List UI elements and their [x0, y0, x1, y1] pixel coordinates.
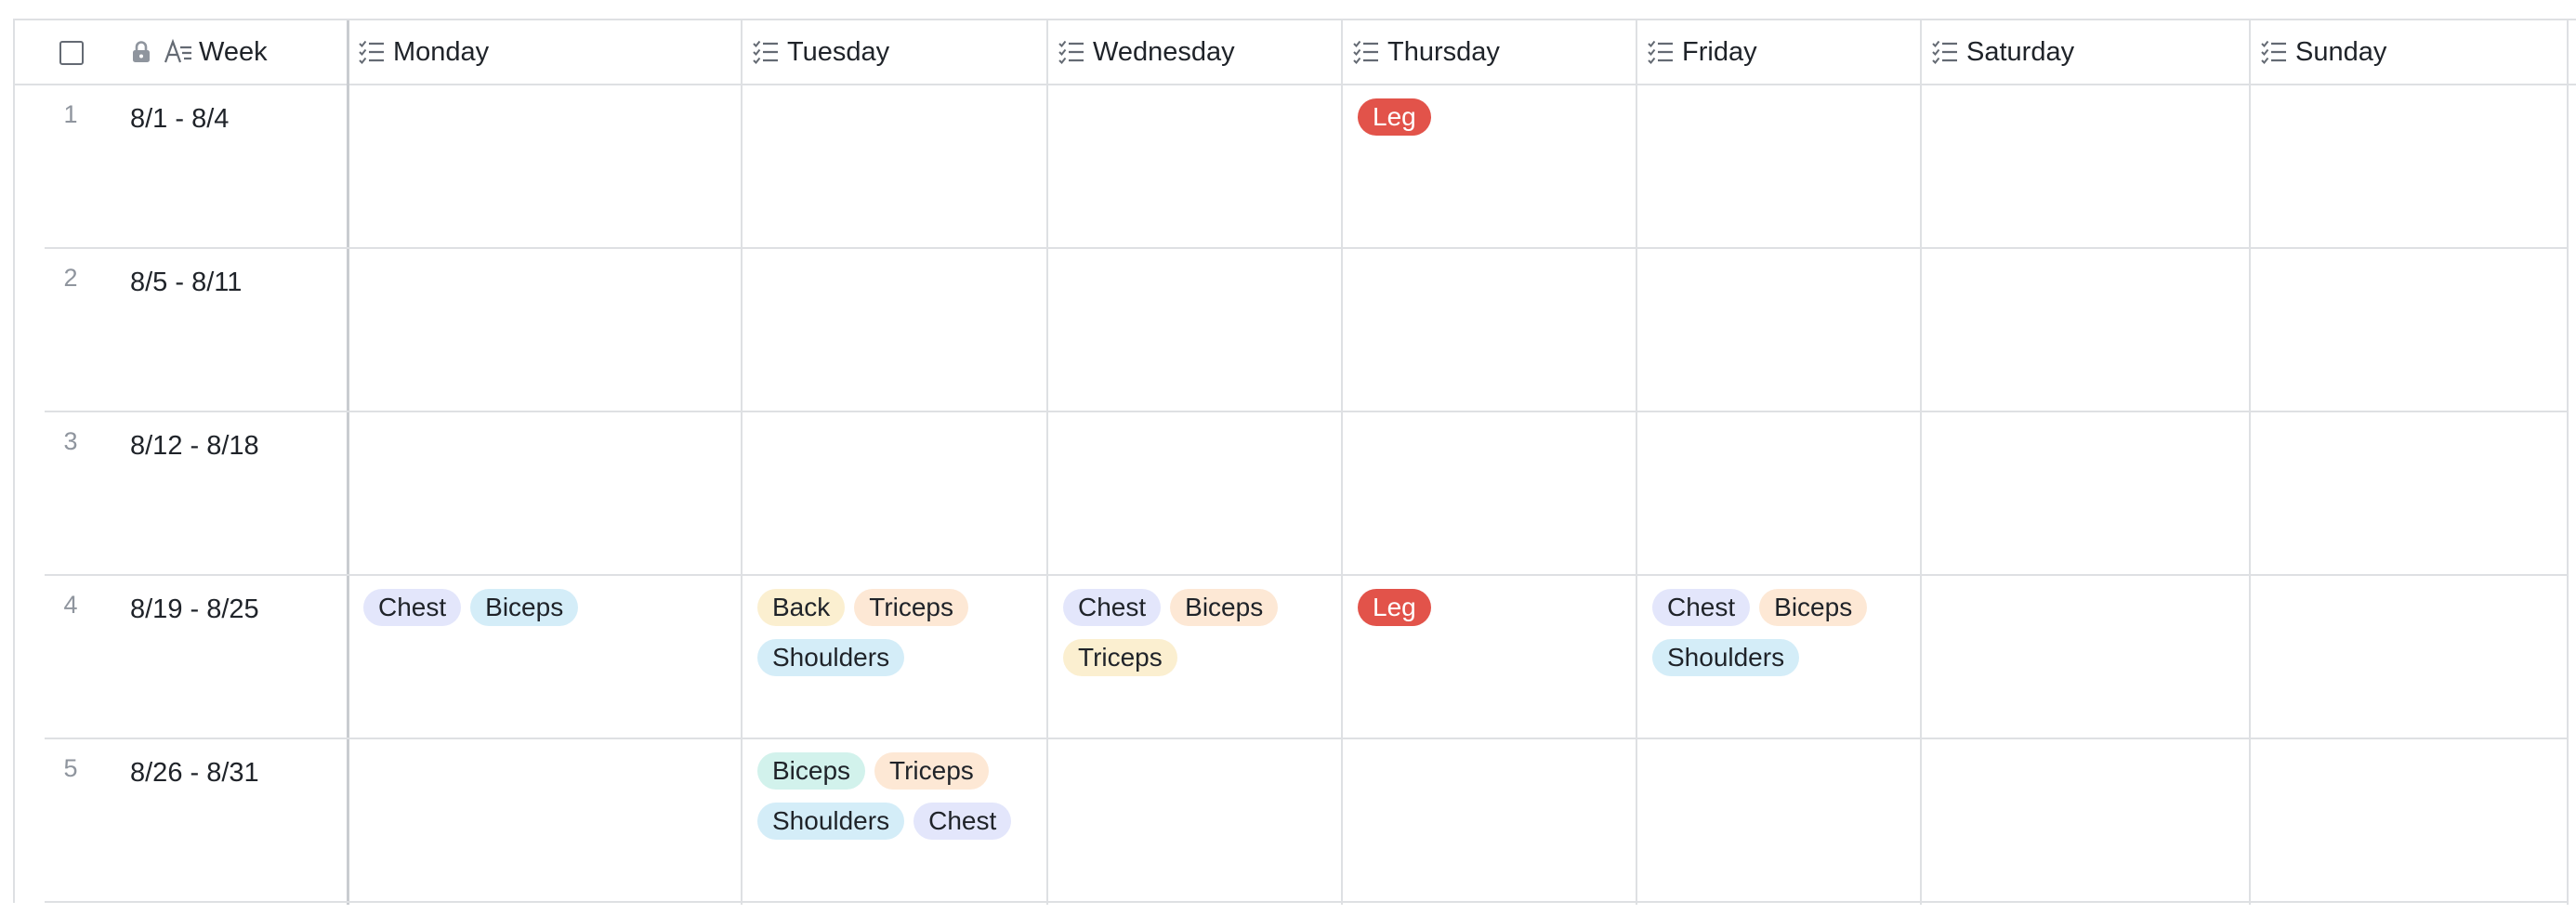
- tag-shoulders[interactable]: Shoulders: [1652, 639, 1800, 676]
- tag-leg[interactable]: Leg: [1358, 98, 1431, 136]
- column-header-monday[interactable]: Monday: [358, 20, 489, 84]
- cell-friday[interactable]: [1637, 739, 1920, 901]
- column-header-label: Thursday: [1387, 36, 1500, 67]
- checklist-icon: [2260, 38, 2288, 66]
- cell-monday[interactable]: [348, 412, 741, 574]
- cell-wednesday[interactable]: [1048, 412, 1341, 574]
- cell-saturday[interactable]: [1922, 576, 2249, 738]
- text-field-icon: [164, 38, 193, 66]
- cell-saturday[interactable]: [1922, 412, 2249, 574]
- column-header-label: Sunday: [2295, 36, 2387, 67]
- column-header-label: Wednesday: [1093, 36, 1235, 67]
- cell-wednesday[interactable]: [1048, 249, 1341, 411]
- column-header-week[interactable]: Week: [130, 20, 268, 84]
- cell-monday[interactable]: [348, 249, 741, 411]
- row-number: 2: [63, 264, 78, 292]
- schedule-table: Week Monday Tuesday Wednesday Thursday Frida…: [13, 19, 2576, 905]
- cell-thursday[interactable]: [1343, 412, 1636, 574]
- checklist-icon: [1352, 38, 1380, 66]
- row-number: 5: [63, 754, 78, 782]
- tag-biceps[interactable]: Biceps: [757, 752, 866, 790]
- cell-friday[interactable]: [1637, 412, 1920, 574]
- checklist-icon: [358, 38, 386, 66]
- cell-friday[interactable]: [1637, 85, 1920, 247]
- cell-thursday[interactable]: Leg: [1343, 576, 1636, 738]
- tag-chest[interactable]: Chest: [1063, 589, 1162, 626]
- cell-monday[interactable]: [348, 739, 741, 901]
- tag-shoulders[interactable]: Shoulders: [757, 803, 905, 840]
- column-header-thursday[interactable]: Thursday: [1352, 20, 1500, 84]
- tag-chest[interactable]: Chest: [363, 589, 462, 626]
- row-number: 4: [63, 591, 78, 619]
- cell-wednesday[interactable]: [1048, 739, 1341, 901]
- week-range[interactable]: 8/26 - 8/31: [130, 758, 259, 789]
- week-header-label: Week: [199, 36, 268, 67]
- tag-triceps[interactable]: Triceps: [874, 752, 989, 790]
- cell-friday[interactable]: Chest Biceps Shoulders: [1637, 576, 1920, 738]
- cell-wednesday[interactable]: Chest Biceps Triceps: [1048, 576, 1341, 738]
- column-header-sunday[interactable]: Sunday: [2260, 20, 2386, 84]
- checklist-icon: [752, 38, 780, 66]
- cell-tuesday[interactable]: Back Triceps Shoulders: [743, 576, 1046, 738]
- week-range[interactable]: 8/12 - 8/18: [130, 431, 259, 462]
- cell-thursday[interactable]: [1343, 739, 1636, 901]
- cell-tuesday[interactable]: [743, 249, 1046, 411]
- cell-wednesday[interactable]: [1048, 85, 1341, 247]
- select-all-checkbox[interactable]: [59, 41, 84, 65]
- column-header-label: Monday: [393, 36, 490, 67]
- cell-saturday[interactable]: [1922, 739, 2249, 901]
- cell-thursday[interactable]: Leg: [1343, 85, 1636, 247]
- cell-sunday[interactable]: [2251, 576, 2567, 738]
- checklist-icon: [1931, 38, 1959, 66]
- cell-monday[interactable]: [348, 85, 741, 247]
- cell-sunday[interactable]: [2251, 739, 2567, 901]
- cell-monday[interactable]: Chest Biceps: [348, 576, 741, 738]
- tag-triceps[interactable]: Triceps: [854, 589, 969, 626]
- cell-tuesday[interactable]: Biceps Triceps Shoulders Chest: [743, 739, 1046, 901]
- cell-sunday[interactable]: [2251, 412, 2567, 574]
- week-range[interactable]: 8/1 - 8/4: [130, 104, 229, 135]
- tag-biceps[interactable]: Biceps: [1170, 589, 1279, 626]
- tag-triceps[interactable]: Triceps: [1063, 639, 1177, 676]
- tag-biceps[interactable]: Biceps: [470, 589, 579, 626]
- column-header-saturday[interactable]: Saturday: [1931, 20, 2074, 84]
- tag-shoulders[interactable]: Shoulders: [757, 639, 905, 676]
- column-header-wednesday[interactable]: Wednesday: [1058, 20, 1235, 84]
- row-number: 1: [63, 100, 78, 128]
- lock-icon: [130, 40, 152, 64]
- row-number: 3: [63, 427, 78, 455]
- cell-thursday[interactable]: [1343, 249, 1636, 411]
- cell-sunday[interactable]: [2251, 85, 2567, 247]
- cell-saturday[interactable]: [1922, 249, 2249, 411]
- week-range[interactable]: 8/5 - 8/11: [130, 268, 242, 298]
- column-header-friday[interactable]: Friday: [1647, 20, 1757, 84]
- column-header-label: Tuesday: [787, 36, 890, 67]
- row-divider: [45, 901, 2567, 903]
- cell-tuesday[interactable]: [743, 412, 1046, 574]
- column-header-tuesday[interactable]: Tuesday: [752, 20, 889, 84]
- cell-tuesday[interactable]: [743, 85, 1046, 247]
- column-divider: [2567, 20, 2569, 905]
- cell-saturday[interactable]: [1922, 85, 2249, 247]
- checklist-icon: [1058, 38, 1085, 66]
- tag-back[interactable]: Back: [757, 589, 846, 626]
- tag-leg[interactable]: Leg: [1358, 589, 1431, 626]
- week-range[interactable]: 8/19 - 8/25: [130, 594, 259, 625]
- tag-chest[interactable]: Chest: [1652, 589, 1751, 626]
- cell-friday[interactable]: [1637, 249, 1920, 411]
- tag-chest[interactable]: Chest: [913, 803, 1012, 840]
- column-header-label: Friday: [1682, 36, 1757, 67]
- checklist-icon: [1647, 38, 1675, 66]
- cell-sunday[interactable]: [2251, 249, 2567, 411]
- column-header-label: Saturday: [1966, 36, 2075, 67]
- tag-biceps[interactable]: Biceps: [1759, 589, 1868, 626]
